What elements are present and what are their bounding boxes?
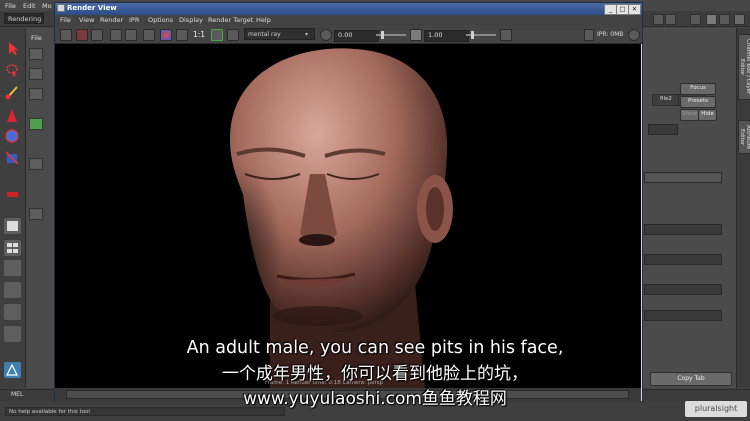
exposure-icon[interactable] [320,29,332,41]
vertical-tab-bar: Channel Box / Layer Editor Attribute Edi… [736,28,750,388]
panel-button[interactable] [29,208,43,220]
attribute-slider[interactable] [644,310,722,321]
panel-strip: File [26,28,55,388]
attribute-section[interactable] [644,172,722,183]
ipr-render-icon[interactable] [110,29,122,41]
watermark-url: www.yuyulaoshi.com鱼鱼教程网 [243,389,507,409]
toolbox [0,28,26,388]
alpha-channel-icon[interactable] [176,29,188,41]
chevron-down-icon: ▾ [305,31,309,38]
ipr-icon[interactable] [665,14,676,25]
layout-b-icon[interactable] [4,282,21,298]
rv-menu-help[interactable]: Help [256,16,271,24]
single-view-icon[interactable] [4,218,21,234]
rv-menu-options[interactable]: Options [148,16,173,24]
render-view-title: Render View [67,4,117,12]
panel-button[interactable] [29,48,43,60]
node-name-field[interactable] [648,124,678,135]
attribute-slider[interactable] [644,284,722,295]
subtitle-chinese: 一个成年男性，你可以看到他脸上的坑， [222,364,528,384]
ipr-status: IPR: 0MB [597,31,624,38]
pause-icon[interactable] [584,29,594,41]
real-size-button[interactable]: 1:1 [193,30,205,39]
redo-render-icon[interactable] [60,29,72,41]
rendered-face-image [215,48,453,388]
panel-button[interactable] [29,68,43,80]
manipulator-icon[interactable] [4,186,21,202]
layout-icon[interactable] [690,14,701,25]
render-view-menubar: File View Render IPR Options Display Ren… [55,15,642,25]
channel-box-icon[interactable] [734,14,745,25]
ipr-indicator-icon [628,29,640,41]
attribute-slider[interactable] [644,254,722,265]
lasso-tool-icon[interactable] [4,62,21,78]
panel-button[interactable] [29,158,43,170]
tab-channel-box[interactable]: Channel Box / Layer Editor [738,34,750,100]
rv-menu-ipr[interactable]: IPR [129,16,139,24]
display-settings-icon[interactable] [500,29,512,41]
scale-tool-icon[interactable] [4,150,21,166]
attribute-editor-panel: file2 file3 Focus Presets Show Hide Copy… [642,28,736,388]
menu-set-dropdown[interactable]: Rendering [4,13,44,24]
rv-menu-render[interactable]: Render [100,16,123,24]
paint-select-icon[interactable] [4,84,21,100]
refresh-icon[interactable] [125,29,137,41]
color-channels-icon[interactable] [160,29,172,41]
render-icon[interactable] [653,14,664,25]
pluralsight-logo: pluralsight [685,401,747,417]
snapshot-icon[interactable] [91,29,103,41]
close-button[interactable]: ✕ [628,4,641,15]
display-rgb-icon[interactable] [143,29,155,41]
maya-menu-file[interactable]: File [5,2,16,10]
render-viewport[interactable] [55,44,641,388]
render-view-titlebar[interactable] [55,3,642,15]
render-region-icon[interactable] [76,29,88,41]
rv-menu-display[interactable]: Display [179,16,203,24]
subtitle-english: An adult male, you can see pits in his f… [186,338,564,358]
panel-button[interactable] [29,88,43,100]
rv-menu-view[interactable]: View [79,16,94,24]
exposure-slider-knob[interactable] [381,31,384,39]
gamma-icon[interactable] [410,29,422,41]
remove-image-icon[interactable] [227,29,239,41]
maya-menu-modify[interactable]: Mo [42,2,52,10]
four-view-icon[interactable] [4,240,21,256]
show-button[interactable]: Show [680,109,699,121]
render-view-window-icon [57,4,65,12]
hide-button[interactable]: Hide [698,109,717,121]
move-tool-icon[interactable] [4,108,21,124]
tab-file2[interactable]: file2 [652,94,680,106]
maya-menu-edit[interactable]: Edit [23,2,36,10]
gamma-field[interactable]: 1.00 [424,30,469,42]
rv-menu-render-target[interactable]: Render Target [208,16,253,24]
layout-a-icon[interactable] [4,260,21,276]
attribute-editor-icon[interactable] [706,14,717,25]
attribute-slider[interactable] [644,224,722,235]
rotate-tool-icon[interactable] [4,128,21,144]
exposure-field[interactable]: 0.00 [334,30,379,42]
select-tool-icon[interactable] [4,40,21,56]
keep-image-icon[interactable] [211,29,223,41]
tab-attribute-editor[interactable]: Attribute Editor [738,120,750,154]
gamma-slider-knob[interactable] [471,31,474,39]
rv-menu-file[interactable]: File [60,16,71,24]
presets-button[interactable]: Presets [680,96,716,108]
focus-button[interactable]: Focus [680,83,716,95]
panel-button[interactable] [29,118,43,130]
panel-menu-file[interactable]: File [31,34,42,42]
tool-settings-icon[interactable] [719,14,730,25]
layout-c-icon[interactable] [4,304,21,320]
